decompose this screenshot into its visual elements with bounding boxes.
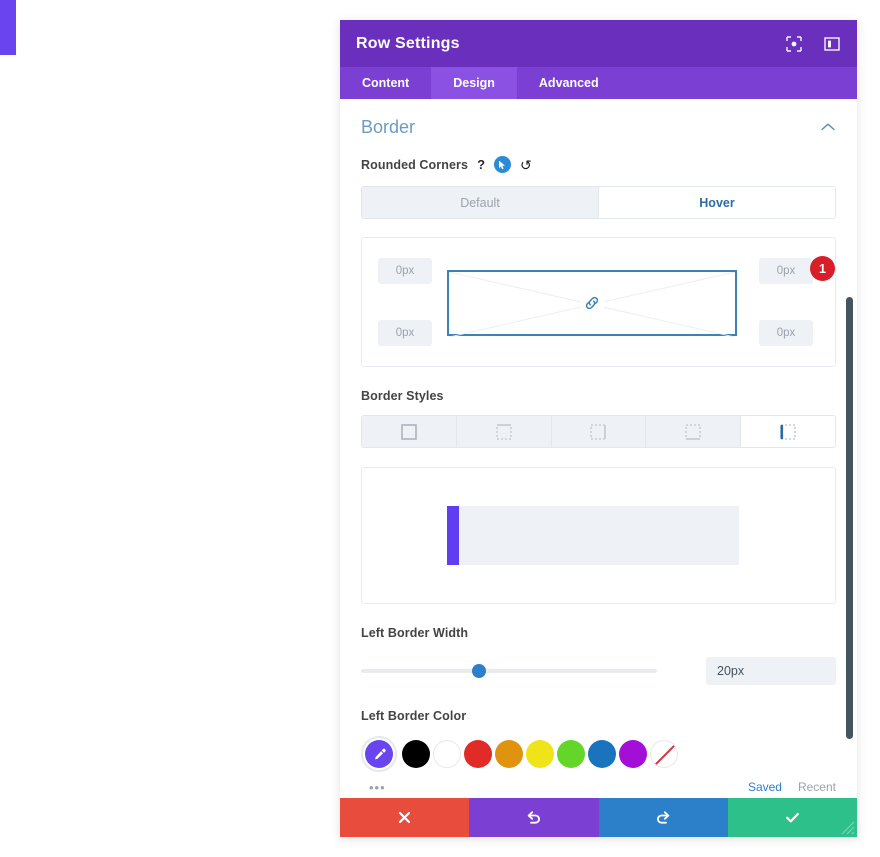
reset-icon[interactable]: ↺ [520, 158, 532, 172]
corner-input-bottom-right[interactable]: 0px [759, 320, 813, 346]
swatch-yellow[interactable] [526, 740, 554, 768]
tab-content[interactable]: Content [340, 67, 431, 99]
section-title: Border [361, 117, 416, 137]
more-colors-button[interactable]: ••• [369, 781, 386, 794]
state-tab-default[interactable]: Default [362, 187, 598, 218]
layout-panel-icon[interactable] [823, 35, 841, 53]
swatch-red[interactable] [464, 740, 492, 768]
border-section-header[interactable]: Border [361, 99, 836, 146]
left-border-width-label: Left Border Width [361, 626, 469, 640]
modal-scrollbar-track[interactable] [845, 99, 853, 798]
slider-handle[interactable] [472, 664, 487, 678]
left-border-width-row: 20px [361, 657, 836, 685]
rounded-corners-control: 0px 0px 0px 0px 1 [361, 237, 836, 367]
header-actions [785, 35, 841, 53]
tab-advanced[interactable]: Advanced [517, 67, 621, 99]
rounded-corners-label: Rounded Corners [361, 157, 469, 172]
border-style-top-button[interactable] [456, 416, 552, 447]
modal-body: Border Rounded Corners ? ↺ Default Hover [340, 99, 857, 798]
border-style-bottom-button[interactable] [646, 416, 742, 447]
save-button[interactable] [727, 798, 857, 837]
eyedropper-icon [365, 740, 393, 768]
cancel-button[interactable] [340, 798, 470, 837]
border-styles-row [361, 415, 836, 448]
color-swatch-row [361, 736, 836, 772]
recent-colors-link[interactable]: Recent [798, 780, 836, 794]
color-picker-button[interactable] [361, 736, 397, 772]
border-style-all-button[interactable] [362, 416, 457, 447]
rounded-corners-row: Rounded Corners ? ↺ [361, 156, 836, 173]
focus-icon[interactable] [785, 35, 803, 53]
color-meta-row: ••• Saved Recent [361, 778, 836, 796]
modal-header: Row Settings [340, 20, 857, 67]
saved-colors-link[interactable]: Saved [748, 780, 782, 794]
redo-button[interactable] [598, 798, 728, 837]
undo-button[interactable] [469, 798, 599, 837]
tab-design[interactable]: Design [431, 67, 517, 99]
state-toggle: Default Hover [361, 186, 836, 219]
swatch-magenta[interactable] [619, 740, 647, 768]
corner-input-bottom-left[interactable]: 0px [378, 320, 432, 346]
row-settings-modal: Row Settings Content Design Advanced Bor… [340, 20, 857, 837]
border-preview-swatch [447, 506, 739, 565]
swatch-white[interactable] [433, 740, 461, 768]
left-border-width-input[interactable]: 20px [706, 657, 836, 685]
page-title: Row Settings [356, 34, 460, 52]
swatch-transparent[interactable] [650, 740, 678, 768]
border-style-left-button[interactable] [741, 416, 835, 447]
swatch-blue[interactable] [588, 740, 616, 768]
swatch-black[interactable] [402, 740, 430, 768]
border-style-right-button[interactable] [551, 416, 647, 447]
help-icon[interactable]: ? [477, 157, 485, 172]
chevron-up-icon[interactable] [820, 119, 836, 137]
resize-grip-icon[interactable] [841, 821, 855, 835]
corner-preview-shape [447, 270, 737, 338]
border-styles-label: Border Styles [361, 389, 444, 403]
cursor-pointer-icon[interactable] [494, 156, 512, 173]
border-preview-box [361, 467, 836, 604]
corner-input-top-left[interactable]: 0px [378, 258, 432, 284]
swatch-orange[interactable] [495, 740, 523, 768]
swatch-green[interactable] [557, 740, 585, 768]
page-left-border-accent [0, 0, 16, 55]
state-tab-hover[interactable]: Hover [598, 187, 835, 218]
modal-scrollbar-thumb[interactable] [846, 297, 853, 739]
modal-footer [340, 798, 857, 837]
annotation-badge-1: 1 [810, 256, 835, 281]
left-border-color-label: Left Border Color [361, 709, 467, 723]
modal-tabs: Content Design Advanced [340, 67, 857, 99]
corner-input-top-right[interactable]: 0px [759, 258, 813, 284]
left-border-width-slider[interactable] [361, 664, 657, 678]
link-icon[interactable] [580, 292, 604, 314]
